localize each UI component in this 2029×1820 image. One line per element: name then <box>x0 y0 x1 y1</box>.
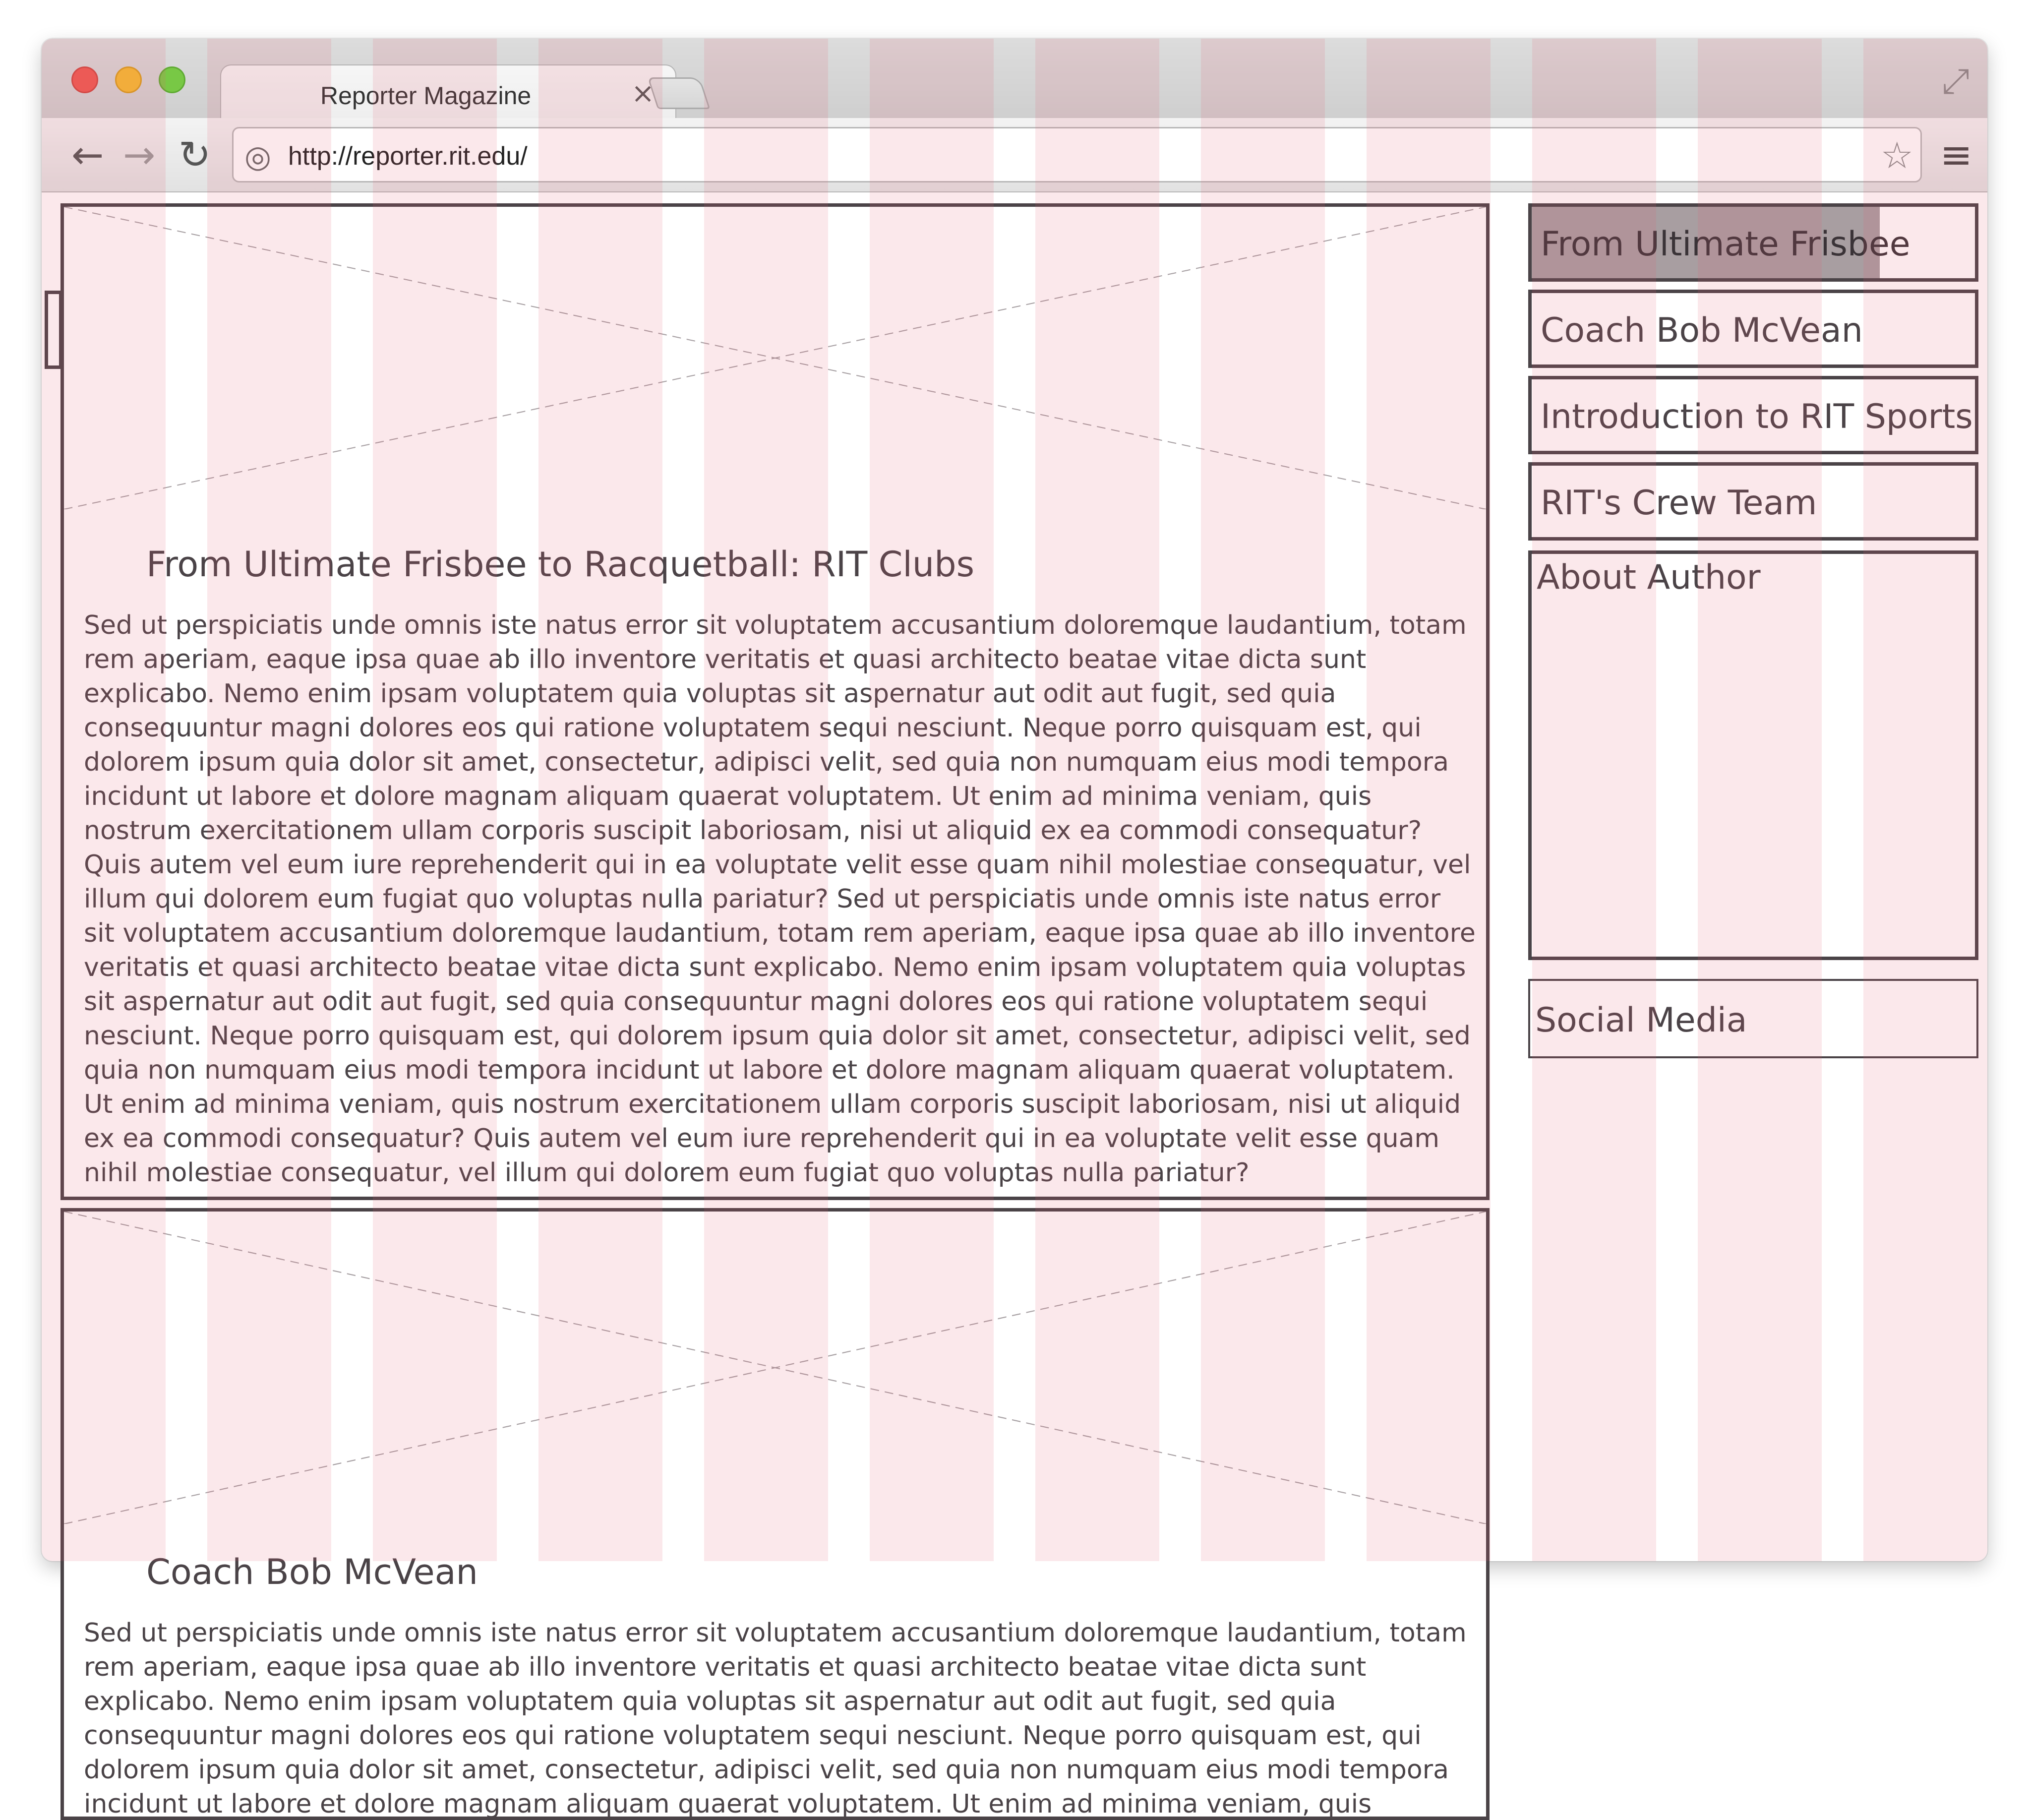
browser-tab[interactable]: Reporter Magazine × <box>220 64 676 120</box>
minimize-window-button[interactable] <box>115 66 142 93</box>
article-body: Sed ut perspiciatis unde omnis iste natu… <box>84 610 1476 1188</box>
zoom-window-button[interactable] <box>159 66 185 93</box>
article-card: Coach Bob McVean Sed ut perspiciatis und… <box>60 1208 1490 1820</box>
social-media-box[interactable]: Social Media <box>1528 979 1978 1058</box>
forward-arrow-icon[interactable]: → <box>123 133 155 178</box>
image-placeholder <box>64 1212 1486 1524</box>
fullscreen-icon[interactable]: ⤢ <box>1942 61 1969 102</box>
sidebar-item-rit-sports[interactable]: Introduction to RIT Sports <box>1528 376 1978 454</box>
sidebar-item-label: From Ultimate Frisbee <box>1541 225 1910 264</box>
image-placeholder <box>64 207 1486 509</box>
star-icon[interactable]: ☆ <box>1881 134 1913 177</box>
article-body: Sed ut perspiciatis unde omnis iste natu… <box>84 1618 1467 1819</box>
sidebar-item-coach-bob[interactable]: Coach Bob McVean <box>1528 290 1978 368</box>
address-bar[interactable]: ◎ http://reporter.rit.edu/ ☆ <box>232 127 1922 182</box>
sidebar-item-label: Introduction to RIT Sports <box>1541 397 1973 436</box>
reload-icon[interactable]: ↻ <box>179 133 211 178</box>
url-text[interactable]: http://reporter.rit.edu/ <box>288 141 528 171</box>
sidebar-item-crew-team[interactable]: RIT's Crew Team <box>1528 462 1978 541</box>
close-window-button[interactable] <box>71 66 98 93</box>
hamburger-menu-icon[interactable]: ≡ <box>1940 133 1972 178</box>
tab-title: Reporter Magazine <box>320 82 532 110</box>
new-tab-button[interactable] <box>647 77 711 109</box>
page-side-tab[interactable] <box>45 291 62 369</box>
sidebar-item-label: Coach Bob McVean <box>1541 311 1863 350</box>
globe-icon: ◎ <box>244 138 272 175</box>
sidebar-item-label: RIT's Crew Team <box>1541 484 1817 523</box>
article-headline[interactable]: Coach Bob McVean <box>146 1552 478 1592</box>
title-bar: Reporter Magazine × ⤢ <box>42 39 1987 120</box>
social-media-heading: Social Media <box>1535 1001 1747 1040</box>
article-card: From Ultimate Frisbee to Racquetball: RI… <box>60 203 1490 1200</box>
article-headline[interactable]: From Ultimate Frisbee to Racquetball: RI… <box>146 544 974 585</box>
back-arrow-icon[interactable]: ← <box>71 133 104 178</box>
about-author-box: About Author <box>1528 550 1978 960</box>
about-author-heading: About Author <box>1537 558 1761 597</box>
sidebar-item-ultimate-frisbee[interactable]: From Ultimate Frisbee <box>1528 203 1978 282</box>
